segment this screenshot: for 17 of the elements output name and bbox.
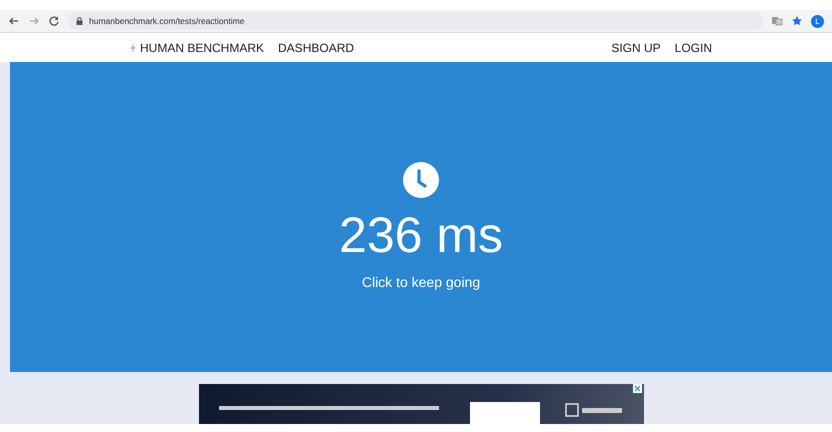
reaction-panel[interactable]: 236 ms Click to keep going <box>10 62 832 372</box>
profile-avatar[interactable]: L <box>811 14 824 28</box>
clock-icon <box>403 162 439 198</box>
url-text: humanbenchmark.com/tests/reactiontime <box>89 16 244 26</box>
reload-icon[interactable] <box>48 15 60 27</box>
nav-link[interactable]: SIGN UP <box>611 40 661 54</box>
star-icon[interactable] <box>791 15 803 27</box>
nav-link[interactable]: DASHBOARD <box>278 40 354 54</box>
back-icon[interactable] <box>8 15 20 27</box>
bolt-icon <box>130 42 136 52</box>
lock-icon <box>76 17 83 25</box>
translate-icon[interactable] <box>771 15 783 27</box>
nav-link[interactable]: LOGIN <box>674 40 712 54</box>
address-bar[interactable]: humanbenchmark.com/tests/reactiontime <box>68 12 763 30</box>
continue-hint: Click to keep going <box>362 274 480 290</box>
brand-link[interactable]: HUMAN BENCHMARK <box>130 40 264 54</box>
reaction-time: 236 ms <box>339 210 503 260</box>
